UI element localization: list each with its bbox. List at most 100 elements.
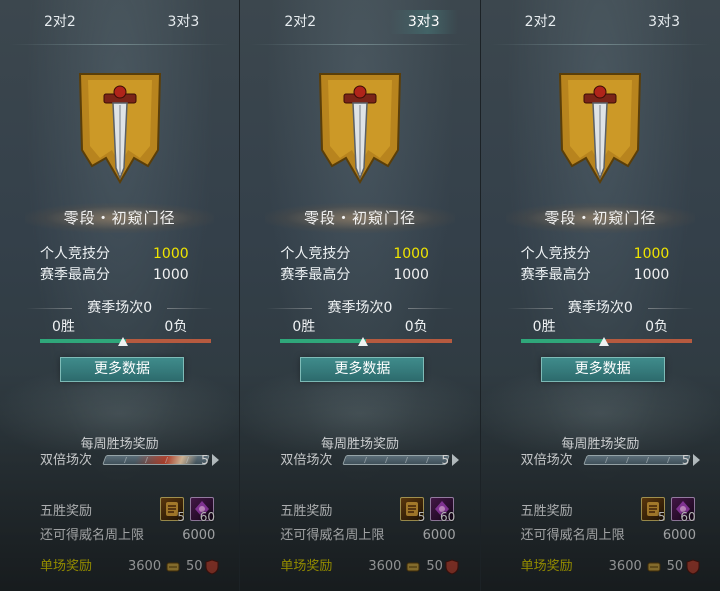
- arena-panel-2: 2对2 3对3 零段・初窥门径 个人竞技分 1000 赛季最高分 1000 赛季…: [239, 0, 480, 591]
- scroll-item-count: 5: [417, 510, 426, 524]
- gem-item-icon[interactable]: 60: [430, 497, 456, 524]
- season-matches-title: 赛季场次0: [501, 299, 700, 317]
- losses-count: 0负: [164, 319, 188, 335]
- season-best-value: 1000: [633, 267, 670, 283]
- rank-title: 零段・初窥门径: [505, 203, 695, 233]
- season-best-row: 赛季最高分 1000: [521, 265, 680, 285]
- double-matches-count: 5: [197, 452, 219, 468]
- weekly-cap-label: 还可得威名周上限: [40, 528, 145, 543]
- single-match-reward-row: 单场奖励 3600 50: [40, 556, 223, 578]
- scroll-item-icon[interactable]: 5: [640, 497, 666, 524]
- single-match-reward-row: 单场奖励 3600 50: [280, 556, 463, 578]
- coin-icon: [166, 562, 180, 572]
- personal-score-value: 1000: [633, 246, 670, 262]
- tab-2v2[interactable]: 2对2: [284, 10, 316, 34]
- single-match-shield-value: 50: [186, 559, 203, 574]
- season-best-label: 赛季最高分: [40, 267, 110, 283]
- season-best-row: 赛季最高分 1000: [280, 265, 439, 285]
- gem-item-count: 60: [440, 510, 456, 524]
- rank-title: 零段・初窥门径: [265, 203, 455, 233]
- loss-portion: [365, 339, 452, 343]
- weekly-reward-title: 每周胜场奖励: [320, 437, 399, 452]
- wins-count: 0胜: [292, 319, 316, 335]
- personal-score-value: 1000: [393, 246, 429, 262]
- season-matches-title: 赛季场次0: [260, 299, 459, 317]
- tab-2v2[interactable]: 2对2: [44, 10, 76, 34]
- personal-score-value: 1000: [153, 246, 189, 262]
- tab-divider: [10, 44, 230, 45]
- coin-icon: [647, 562, 661, 572]
- weekly-reward-title: 每周胜场奖励: [80, 437, 159, 452]
- mode-tabs: 2对2 3对3: [481, 0, 720, 44]
- gem-item-icon[interactable]: 60: [670, 497, 696, 524]
- season-best-value: 1000: [153, 267, 189, 283]
- double-matches-count: 5: [437, 452, 460, 468]
- rank-title: 零段・初窥门径: [25, 203, 215, 233]
- shield-icon: [205, 559, 219, 575]
- mode-tabs: 2对2 3对3: [0, 0, 239, 44]
- gem-item-count: 60: [199, 510, 215, 524]
- bar-segment: [405, 457, 409, 463]
- single-match-label: 单场奖励: [520, 559, 573, 574]
- season-best-value: 1000: [393, 267, 429, 283]
- weekly-cap-value: 6000: [422, 528, 456, 543]
- loss-portion: [125, 339, 212, 343]
- scroll-item-count: 5: [658, 510, 666, 524]
- five-win-reward-row: 五胜奖励: [521, 502, 696, 522]
- double-matches-bar: [582, 455, 691, 465]
- double-bar-glow: [103, 456, 209, 464]
- single-match-shield-value: 50: [666, 559, 684, 574]
- wins-count: 0胜: [532, 319, 556, 335]
- season-best-label: 赛季最高分: [520, 267, 591, 283]
- mode-tabs: 2对2 3对3: [240, 0, 479, 44]
- weekly-cap-row: 还可得威名周上限 6000: [40, 526, 215, 546]
- single-match-label: 单场奖励: [280, 559, 333, 574]
- tab-3v3[interactable]: 3对3: [389, 10, 458, 34]
- arena-panels: 2对2 3对3 零段・初窥门径 个人竞技分 1000 赛季最高分 1000 赛季…: [0, 0, 720, 591]
- weekly-cap-label: 还可得威名周上限: [280, 528, 385, 543]
- season-matches-title: 赛季场次0: [20, 299, 219, 317]
- tab-3v3[interactable]: 3对3: [648, 10, 680, 34]
- tab-2v2[interactable]: 2对2: [525, 10, 557, 34]
- shield-icon: [445, 559, 459, 575]
- bar-segment: [385, 457, 389, 463]
- double-matches-label: 双倍场次: [280, 453, 333, 468]
- personal-score-label: 个人竞技分: [520, 246, 591, 262]
- tab-3v3[interactable]: 3对3: [168, 10, 200, 34]
- shield-icon: [686, 559, 700, 575]
- double-matches-label: 双倍场次: [520, 453, 573, 468]
- gem-item-icon[interactable]: 60: [190, 497, 215, 524]
- sword-banner-icon: [554, 70, 646, 188]
- bar-segment: [666, 457, 670, 463]
- weekly-reward-title: 每周胜场奖励: [561, 437, 640, 452]
- weekly-cap-label: 还可得威名周上限: [520, 528, 625, 543]
- bar-segment: [364, 457, 368, 463]
- more-data-button[interactable]: 更多数据: [60, 357, 184, 382]
- more-data-button[interactable]: 更多数据: [300, 357, 425, 382]
- double-matches-bar: [342, 455, 451, 465]
- personal-score-row: 个人竞技分 1000: [521, 244, 680, 264]
- personal-score-label: 个人竞技分: [40, 246, 110, 262]
- five-win-label: 五胜奖励: [520, 504, 573, 519]
- double-matches-label: 双倍场次: [40, 453, 93, 468]
- tab-divider: [490, 44, 710, 45]
- single-match-reward-row: 单场奖励 3600 50: [521, 556, 704, 578]
- bar-segment: [604, 457, 609, 463]
- bar-segment: [625, 457, 629, 463]
- scroll-item-icon[interactable]: 5: [160, 497, 185, 524]
- five-win-label: 五胜奖励: [40, 504, 93, 519]
- wins-count: 0胜: [52, 319, 75, 335]
- season-best-label: 赛季最高分: [280, 267, 351, 283]
- win-loss-marker: [598, 337, 609, 346]
- personal-score-row: 个人竞技分 1000: [40, 244, 199, 264]
- win-portion: [520, 339, 607, 343]
- win-loss-marker: [358, 337, 369, 346]
- arena-panel-3: 2对2 3对3 零段・初窥门径 个人竞技分 1000 赛季最高分 1000 赛季…: [479, 0, 720, 591]
- win-portion: [280, 339, 366, 343]
- more-data-button[interactable]: 更多数据: [540, 357, 665, 382]
- single-match-shield-value: 50: [426, 559, 443, 574]
- weekly-cap-value: 6000: [182, 528, 216, 543]
- win-portion: [40, 339, 126, 343]
- season-best-row: 赛季最高分 1000: [40, 265, 199, 285]
- scroll-item-icon[interactable]: 5: [400, 497, 426, 524]
